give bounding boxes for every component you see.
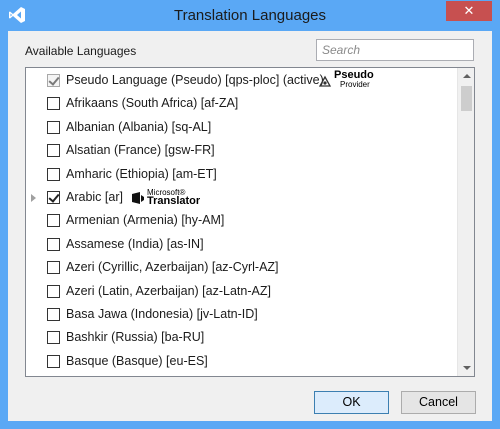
provider-name-line1: Pseudo bbox=[334, 69, 374, 81]
language-checkbox[interactable] bbox=[47, 120, 60, 134]
language-label: Assamese (India) [as-IN] bbox=[66, 236, 204, 251]
language-list-item[interactable]: Basque (Basque) [eu-ES] bbox=[26, 351, 458, 374]
vertical-scrollbar[interactable] bbox=[457, 68, 474, 376]
microsoft-translator-icon bbox=[132, 192, 144, 204]
dialog-window: Translation Languages ✕ Available Langua… bbox=[0, 0, 500, 429]
ok-button[interactable]: OK bbox=[314, 391, 389, 414]
language-list-item[interactable]: Assamese (India) [as-IN] bbox=[26, 234, 458, 257]
language-label: Armenian (Armenia) [hy-AM] bbox=[66, 213, 225, 228]
language-checkbox[interactable] bbox=[47, 331, 60, 345]
language-list-item[interactable]: Alsatian (France) [gsw-FR] bbox=[26, 140, 458, 163]
language-checkbox[interactable] bbox=[47, 354, 60, 368]
language-label: Azeri (Cyrillic, Azerbaijan) [az-Cyrl-AZ… bbox=[66, 260, 279, 275]
language-list-item[interactable]: Azeri (Latin, Azerbaijan) [az-Latn-AZ] bbox=[26, 281, 458, 304]
scrollbar-thumb[interactable] bbox=[461, 86, 472, 111]
language-list-item[interactable]: Pseudo Language (Pseudo) [qps-ploc] (act… bbox=[26, 70, 458, 93]
language-label: Arabic [ar] bbox=[66, 190, 123, 204]
language-list-item[interactable]: Basa Jawa (Indonesia) [jv-Latn-ID] bbox=[26, 304, 458, 327]
language-list-item[interactable]: Bashkir (Russia) [ba-RU] bbox=[26, 327, 458, 350]
search-input[interactable] bbox=[316, 39, 474, 61]
language-label: Amharic (Ethiopia) [am-ET] bbox=[66, 166, 217, 181]
language-checkbox[interactable] bbox=[47, 144, 60, 158]
language-checkbox[interactable] bbox=[47, 97, 60, 111]
available-languages-label: Available Languages bbox=[25, 44, 137, 58]
window-title: Translation Languages bbox=[173, 7, 327, 24]
language-list-item[interactable]: Arabic [ar] Microsoft® Translator bbox=[26, 187, 458, 210]
title-bar[interactable]: Translation Languages ✕ bbox=[0, 0, 500, 31]
provider-name-line2: Translator bbox=[147, 195, 201, 207]
provider-name-line2: Provider bbox=[340, 80, 370, 89]
dialog-body: Available Languages Pseudo Language (Pse… bbox=[8, 31, 492, 421]
language-list-item[interactable]: Armenian (Armenia) [hy-AM] bbox=[26, 210, 458, 233]
close-button[interactable]: ✕ bbox=[446, 1, 492, 21]
language-label: Bashkir (Russia) [ba-RU] bbox=[66, 330, 205, 345]
language-checkbox[interactable] bbox=[47, 308, 60, 321]
language-list-item[interactable]: Amharic (Ethiopia) [am-ET] bbox=[26, 164, 458, 187]
language-label: Basque (Basque) [eu-ES] bbox=[66, 353, 208, 368]
language-list-item[interactable]: Azeri (Cyrillic, Azerbaijan) [az-Cyrl-AZ… bbox=[26, 257, 458, 280]
language-label: Basa Jawa (Indonesia) [jv-Latn-ID] bbox=[66, 307, 258, 321]
language-checkbox[interactable] bbox=[47, 214, 60, 228]
language-list-item[interactable]: Belarusian (Belarus) [be-BY] bbox=[26, 374, 458, 376]
language-checkbox[interactable] bbox=[47, 167, 60, 181]
language-list-item[interactable]: Afrikaans (South Africa) [af-ZA] bbox=[26, 93, 458, 116]
language-checkbox bbox=[47, 74, 60, 87]
language-checkbox[interactable] bbox=[47, 284, 60, 298]
language-checkbox[interactable] bbox=[47, 237, 60, 251]
language-label: Azeri (Latin, Azerbaijan) [az-Latn-AZ] bbox=[66, 283, 271, 298]
language-list[interactable]: Pseudo Language (Pseudo) [qps-ploc] (act… bbox=[25, 67, 475, 377]
language-label: Albanian (Albania) [sq-AL] bbox=[66, 119, 212, 134]
language-checkbox[interactable] bbox=[47, 191, 60, 204]
language-label: Pseudo Language (Pseudo) [qps-ploc] (act… bbox=[66, 73, 324, 87]
language-checkbox[interactable] bbox=[47, 261, 60, 275]
scroll-up-arrow-icon[interactable] bbox=[463, 74, 471, 78]
scroll-down-arrow-icon[interactable] bbox=[463, 366, 471, 370]
language-label: Alsatian (France) [gsw-FR] bbox=[66, 143, 215, 158]
language-list-items: Pseudo Language (Pseudo) [qps-ploc] (act… bbox=[26, 68, 458, 376]
language-list-item[interactable]: Albanian (Albania) [sq-AL] bbox=[26, 117, 458, 140]
pseudo-provider-icon bbox=[318, 75, 332, 87]
cancel-button[interactable]: Cancel bbox=[401, 391, 476, 414]
expand-arrow-icon[interactable] bbox=[31, 194, 36, 202]
language-label: Afrikaans (South Africa) [af-ZA] bbox=[66, 96, 239, 111]
